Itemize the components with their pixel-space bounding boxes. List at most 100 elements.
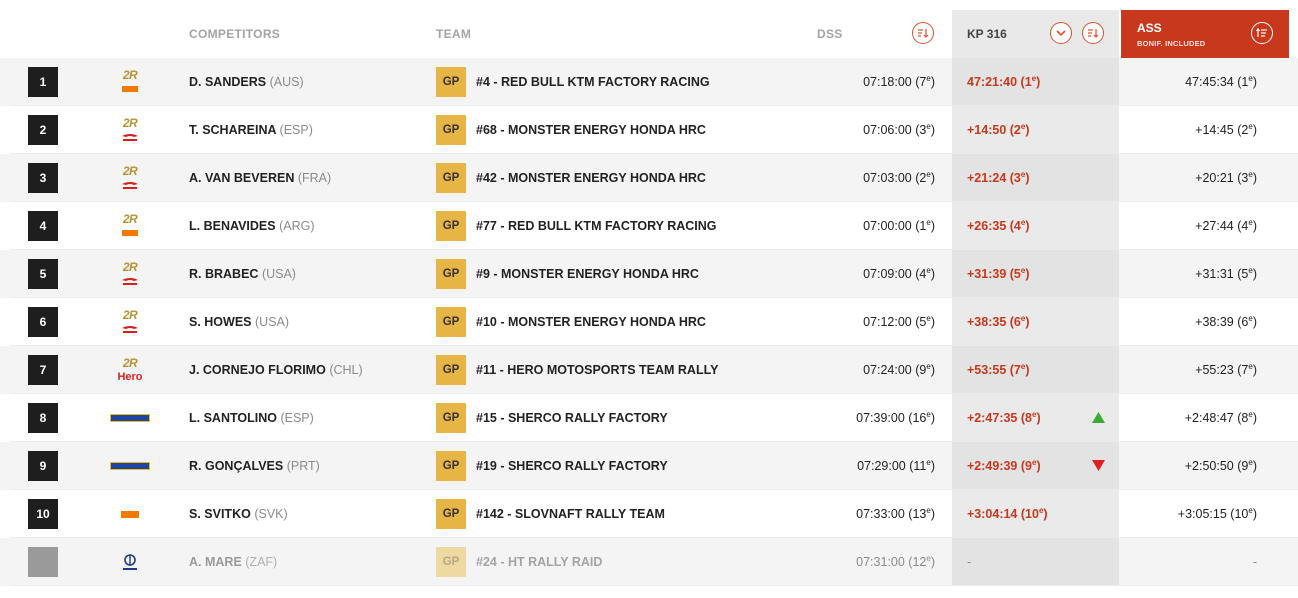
table-row[interactable]: 8 L. SANTOLINO (ESP) GP #15 - SHERCO RALLY … [0,394,1298,442]
competitor-name[interactable]: S. SVITKO (SVK) [189,507,288,521]
team-name[interactable]: #11 - HERO MOTOSPORTS TEAM RALLY [476,363,718,377]
husqvarna-logo-icon [123,554,137,570]
ass-rank-close: ) [1252,123,1257,137]
ass-value: +38:39 [1195,315,1234,329]
kp-time: +53:55 (7e) [967,363,1030,378]
dss-value: 07:03:00 [863,171,912,185]
kp-value: +2:47:35 [967,411,1018,425]
ass-value: +14:45 [1195,123,1234,137]
team-name[interactable]: #68 - MONSTER ENERGY HONDA HRC [476,123,706,137]
team-name[interactable]: #4 - RED BULL KTM FACTORY RACING [476,75,710,89]
header-ass[interactable]: ASS [1137,21,1162,35]
kp-rank: (9 [1020,459,1032,473]
competitor-name[interactable]: A. MARE (ZAF) [189,555,277,569]
competitor-name[interactable]: S. HOWES (USA) [189,315,289,329]
dss-rank-close: ) [930,315,935,329]
manufacturer-logo [106,403,154,433]
ass-time: 47:45:34 (1e) [1125,75,1257,90]
table-row[interactable]: 10 S. SVITKO (SVK) GP #142 - SLOVNAFT RALLY… [0,490,1298,538]
table-row[interactable]: 7 2R Hero J. CORNEJO FLORIMO (CHL) GP #11 - H… [0,346,1298,394]
table-row[interactable]: A. MARE (ZAF) GP #24 - HT RALLY RAID 07:31:… [0,538,1298,586]
competitor-name-text: L. SANTOLINO [189,411,277,425]
category-badge: GP [436,307,466,337]
ass-rank-close: ) [1252,171,1257,185]
ass-rank-close: ) [1252,267,1257,281]
position-badge: 4 [28,211,58,241]
manufacturer-logo [106,499,154,529]
table-header: COMPETITORS TEAM DSS KP 316 ASS BONIF. I… [0,0,1298,58]
competitor-nationality: (USA) [255,315,290,329]
category-badge: GP [436,163,466,193]
kp-sort-button[interactable] [1082,22,1104,44]
dss-time: 07:00:00 (1e) [780,219,935,234]
ass-time: +38:39 (6e) [1125,315,1257,330]
position-badge: 6 [28,307,58,337]
kp-value: +38:35 [967,315,1007,329]
ass-value: +55:23 [1195,363,1234,377]
kp-rank: (8 [1020,411,1032,425]
competitor-name[interactable]: R. BRABEC (USA) [189,267,296,281]
competitor-nationality: (SVK) [254,507,288,521]
dss-value: 07:33:00 [856,507,905,521]
kp-dropdown-button[interactable] [1050,22,1072,44]
header-team[interactable]: TEAM [436,27,471,41]
dss-value: 07:06:00 [863,123,912,137]
table-row[interactable]: 5 2R R. BRABEC (USA) GP #9 - MONSTER ENERGY … [0,250,1298,298]
ass-rank: (5 [1237,267,1249,281]
team-name[interactable]: #42 - MONSTER ENERGY HONDA HRC [476,171,706,185]
competitor-name[interactable]: R. GONÇALVES (PRT) [189,459,320,473]
kp-value: - [967,555,972,569]
rally2-logo: 2R [122,212,138,226]
table-row[interactable]: 6 2R S. HOWES (USA) GP #10 - MONSTER ENERGY … [0,298,1298,346]
header-competitors[interactable]: COMPETITORS [189,27,280,41]
competitor-name[interactable]: A. VAN BEVEREN (FRA) [189,171,331,185]
manufacturer-logo: 2R [106,307,154,337]
table-row[interactable]: 3 2R A. VAN BEVEREN (FRA) GP #42 - MONSTER E… [0,154,1298,202]
competitor-name[interactable]: L. BENAVIDES (ARG) [189,219,315,233]
category-badge: GP [436,67,466,97]
sort-active-icon [1256,28,1267,37]
dss-value: 07:18:00 [863,75,912,89]
rally2-logo: 2R [122,308,138,322]
ass-time: +2:50:50 (9e) [1125,459,1257,474]
team-name[interactable]: #77 - RED BULL KTM FACTORY RACING [476,219,717,233]
dss-rank-close: ) [930,363,935,377]
competitor-name-text: R. BRABEC [189,267,259,281]
header-dss[interactable]: DSS [817,27,843,41]
dss-time: 07:29:00 (11e) [780,459,935,474]
kp-rank-close: ) [1025,363,1030,377]
competitor-name-text: A. MARE [189,555,242,569]
dss-rank-close: ) [930,507,935,521]
dss-rank: (12 [908,555,927,569]
ass-sort-button[interactable] [1251,22,1273,44]
table-row[interactable]: 4 2R L. BENAVIDES (ARG) GP #77 - RED BULL KT… [0,202,1298,250]
team-name[interactable]: #9 - MONSTER ENERGY HONDA HRC [476,267,699,281]
ass-time: +55:23 (7e) [1125,363,1257,378]
header-kp[interactable]: KP 316 [967,27,1007,41]
team-name[interactable]: #24 - HT RALLY RAID [476,555,602,569]
team-name[interactable]: #19 - SHERCO RALLY FACTORY [476,459,668,473]
team-name[interactable]: #142 - SLOVNAFT RALLY TEAM [476,507,665,521]
team-name[interactable]: #10 - MONSTER ENERGY HONDA HRC [476,315,706,329]
dss-value: 07:24:00 [863,363,912,377]
manufacturer-logo: 2R Hero [106,355,154,385]
competitor-name[interactable]: T. SCHAREINA (ESP) [189,123,313,137]
competitor-name[interactable]: L. SANTOLINO (ESP) [189,411,314,425]
position-badge: 1 [28,67,58,97]
team-name[interactable]: #15 - SHERCO RALLY FACTORY [476,411,668,425]
category-badge: GP [436,355,466,385]
table-row[interactable]: 2 2R T. SCHAREINA (ESP) GP #68 - MONSTER ENE… [0,106,1298,154]
table-row[interactable]: 1 2R D. SANDERS (AUS) GP #4 - RED BULL KTM F… [0,58,1298,106]
dss-sort-button[interactable] [912,22,934,44]
competitor-name[interactable]: D. SANDERS (AUS) [189,75,304,89]
kp-rank-close: ) [1036,459,1041,473]
table-row[interactable]: 9 R. GONÇALVES (PRT) GP #19 - SHERCO RALLY … [0,442,1298,490]
ass-rank-close: ) [1252,219,1257,233]
dss-rank-close: ) [930,123,935,137]
kp-time: +31:39 (5e) [967,267,1030,282]
competitor-name[interactable]: J. CORNEJO FLORIMO (CHL) [189,363,363,377]
competitor-name-text: S. SVITKO [189,507,251,521]
dss-time: 07:09:00 (4e) [780,267,935,282]
category-badge: GP [436,547,466,577]
kp-value: +3:04:14 [967,507,1018,521]
